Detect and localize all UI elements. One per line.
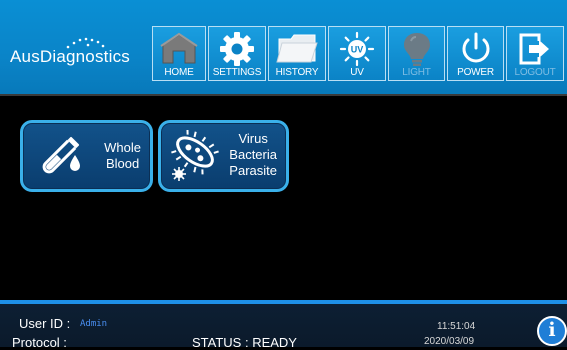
user-id-label: User ID : — [19, 316, 71, 331]
status-text: STATUS : READY — [192, 335, 297, 350]
whole-blood-line2: Blood — [105, 156, 140, 171]
whole-blood-line1: Whole — [104, 140, 141, 155]
logout-icon — [519, 33, 549, 65]
history-label: HISTORY — [275, 67, 319, 78]
folder-icon — [276, 34, 318, 63]
power-label: POWER — [457, 67, 494, 78]
home-icon — [160, 32, 198, 64]
light-button[interactable]: LIGHT — [388, 26, 445, 81]
uv-label: UV — [350, 67, 364, 78]
pathogen-line2: Bacteria — [229, 147, 277, 162]
clock-time: 11:51:04 — [437, 321, 476, 332]
ausdiagnostics-logo: AusDiagnostics — [10, 36, 150, 66]
power-icon — [462, 32, 489, 63]
home-button[interactable]: HOME — [152, 26, 206, 81]
clock-date: 2020/03/09 — [424, 336, 475, 347]
uv-badge-text: UV — [351, 45, 364, 55]
protocol-label: Protocol : — [12, 335, 67, 350]
info-icon: i — [548, 319, 556, 341]
main-panel: Whole Blood Virus Bacteria Parasite — [0, 96, 567, 300]
power-button[interactable]: POWER — [447, 26, 504, 81]
logo-text: AusDiagnostics — [10, 47, 130, 66]
info-button[interactable]: i — [537, 316, 567, 346]
gear-icon — [220, 32, 254, 66]
virus-bacteria-parasite-button[interactable]: Virus Bacteria Parasite — [158, 120, 289, 192]
test-tube-icon — [42, 136, 80, 174]
logout-button[interactable]: LOGOUT — [506, 26, 564, 81]
uv-button[interactable]: UV UV — [328, 26, 386, 81]
top-toolbar: AusDiagnostics HOME SETTINGS HISTORY UV … — [0, 0, 567, 95]
uv-lamp-icon: UV — [339, 31, 375, 67]
status-bar: User ID : Admin Protocol : STATUS : READ… — [0, 304, 567, 350]
user-id-value: Admin — [80, 319, 108, 329]
settings-button[interactable]: SETTINGS — [208, 26, 266, 81]
pathogen-line1: Virus — [238, 131, 268, 146]
pathogen-line3: Parasite — [229, 163, 277, 178]
logout-label: LOGOUT — [514, 67, 556, 78]
lightbulb-icon — [403, 33, 430, 66]
history-button[interactable]: HISTORY — [268, 26, 326, 81]
whole-blood-button[interactable]: Whole Blood — [20, 120, 153, 192]
pathogen-label: Virus Bacteria Parasite — [229, 131, 277, 179]
home-label: HOME — [164, 67, 194, 78]
microbe-icon — [171, 130, 219, 181]
settings-label: SETTINGS — [212, 67, 262, 78]
light-label: LIGHT — [402, 67, 431, 78]
whole-blood-label: Whole Blood — [104, 140, 141, 172]
